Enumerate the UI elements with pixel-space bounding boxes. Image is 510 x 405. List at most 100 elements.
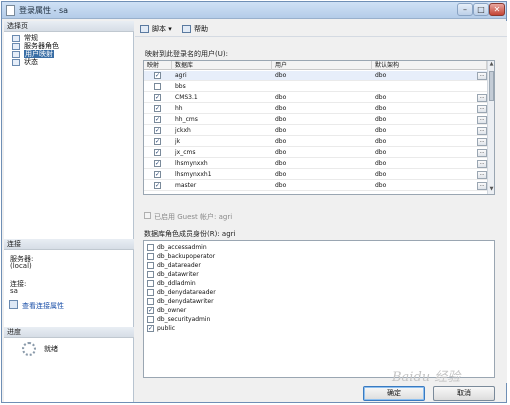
user-cell[interactable]: dbo	[272, 126, 372, 136]
user-cell[interactable]: dbo	[272, 104, 372, 114]
map-checkbox[interactable]: ✓	[154, 127, 161, 134]
map-checkbox[interactable]	[154, 83, 161, 90]
cancel-button[interactable]: 取消	[433, 386, 495, 401]
guest-account-checkbox[interactable]	[144, 212, 151, 219]
browse-schema-button[interactable]: ...	[477, 105, 487, 113]
list-item[interactable]: db_denydatawriter	[147, 297, 214, 306]
scroll-down-icon[interactable]: ▼	[488, 186, 494, 194]
browse-schema-button[interactable]: ...	[477, 72, 487, 80]
browse-schema-button[interactable]: ...	[477, 127, 487, 135]
browse-schema-button[interactable]: ...	[477, 138, 487, 146]
role-name: db_denydatawriter	[157, 298, 214, 305]
grid-vertical-scrollbar[interactable]: ▲ ▼	[487, 61, 494, 194]
script-button[interactable]: 脚本 ▾	[140, 24, 172, 34]
nav-item-label: 用户映射	[24, 50, 54, 58]
user-cell[interactable]: dbo	[272, 93, 372, 103]
user-cell[interactable]	[272, 82, 372, 92]
list-item[interactable]: db_backupoperator	[147, 252, 215, 261]
schema-cell[interactable]: dbo	[372, 71, 472, 81]
scroll-thumb[interactable]	[489, 71, 494, 101]
role-checkbox[interactable]	[147, 271, 154, 278]
user-mapping-grid[interactable]: 映射 数据库 用户 默认架构 ✓ agri dbo dbo... bbs ✓ CMS3.1 d…	[143, 60, 495, 195]
schema-cell[interactable]: dbo	[372, 148, 472, 158]
table-row[interactable]: ✓ master dbo dbo...	[144, 181, 487, 191]
role-name: db_datareader	[157, 262, 201, 269]
chevron-down-icon[interactable]: ▾	[168, 25, 172, 33]
role-checkbox[interactable]	[147, 253, 154, 260]
role-checkbox[interactable]	[147, 280, 154, 287]
map-checkbox[interactable]: ✓	[154, 171, 161, 178]
browse-schema-button[interactable]: ...	[477, 116, 487, 124]
schema-cell[interactable]: dbo	[372, 170, 472, 180]
map-checkbox[interactable]: ✓	[154, 138, 161, 145]
user-cell[interactable]: dbo	[272, 137, 372, 147]
schema-cell[interactable]: dbo	[372, 137, 472, 147]
minimize-button[interactable]: –	[457, 3, 473, 16]
database-cell: jckxh	[175, 127, 191, 134]
ok-button[interactable]: 确定	[363, 386, 425, 401]
database-cell: hh_cms	[175, 116, 198, 123]
map-checkbox[interactable]: ✓	[154, 182, 161, 189]
map-checkbox[interactable]: ✓	[154, 105, 161, 112]
column-header-mapped[interactable]: 映射	[144, 61, 172, 70]
user-cell[interactable]: dbo	[272, 170, 372, 180]
table-row[interactable]: ✓ jx_cms dbo dbo...	[144, 148, 487, 158]
view-connection-properties-link[interactable]: 查看连接属性	[22, 301, 64, 311]
table-row[interactable]: ✓ jckxh dbo dbo...	[144, 126, 487, 136]
schema-cell[interactable]: dbo	[372, 104, 472, 114]
column-header-default-schema[interactable]: 默认架构	[372, 61, 487, 70]
browse-schema-button[interactable]: ...	[477, 171, 487, 179]
map-checkbox[interactable]: ✓	[154, 94, 161, 101]
list-item[interactable]: db_datareader	[147, 261, 201, 270]
column-header-database[interactable]: 数据库	[172, 61, 272, 70]
map-checkbox[interactable]: ✓	[154, 116, 161, 123]
schema-cell[interactable]	[372, 82, 472, 92]
browse-schema-button[interactable]: ...	[477, 94, 487, 102]
schema-cell[interactable]: dbo	[372, 159, 472, 169]
schema-cell[interactable]: dbo	[372, 126, 472, 136]
user-cell[interactable]: dbo	[272, 159, 372, 169]
nav-item-3[interactable]: 状态	[12, 58, 38, 67]
role-checkbox[interactable]	[147, 289, 154, 296]
close-button[interactable]: ✕	[489, 3, 505, 16]
table-row[interactable]: ✓ hh dbo dbo...	[144, 104, 487, 114]
table-row[interactable]: ✓ lhsmynxxh dbo dbo...	[144, 159, 487, 169]
list-item[interactable]: db_ddladmin	[147, 279, 196, 288]
table-row[interactable]: ✓ agri dbo dbo...	[144, 71, 487, 81]
maximize-button[interactable]: □	[473, 3, 489, 16]
help-button[interactable]: 帮助	[182, 24, 208, 34]
schema-cell[interactable]: dbo	[372, 181, 472, 191]
role-checkbox[interactable]: ✓	[147, 325, 154, 332]
list-item[interactable]: db_datawriter	[147, 270, 199, 279]
user-cell[interactable]: dbo	[272, 115, 372, 125]
user-cell[interactable]: dbo	[272, 71, 372, 81]
list-item[interactable]: db_securityadmin	[147, 315, 210, 324]
map-checkbox[interactable]: ✓	[154, 149, 161, 156]
list-item[interactable]: db_accessadmin	[147, 243, 207, 252]
list-item[interactable]: db_denydatareader	[147, 288, 216, 297]
browse-schema-button[interactable]: ...	[477, 149, 487, 157]
role-checkbox[interactable]	[147, 298, 154, 305]
table-row[interactable]: ✓ jk dbo dbo...	[144, 137, 487, 147]
list-item[interactable]: ✓ db_owner	[147, 306, 186, 315]
map-checkbox[interactable]: ✓	[154, 72, 161, 79]
role-checkbox[interactable]	[147, 316, 154, 323]
table-row[interactable]: ✓ lhsmynxxh1 dbo dbo...	[144, 170, 487, 180]
column-header-user[interactable]: 用户	[272, 61, 372, 70]
schema-cell[interactable]: dbo	[372, 115, 472, 125]
role-checkbox[interactable]	[147, 244, 154, 251]
table-row[interactable]: ✓ CMS3.1 dbo dbo...	[144, 93, 487, 103]
list-item[interactable]: ✓ public	[147, 324, 175, 333]
map-checkbox[interactable]: ✓	[154, 160, 161, 167]
schema-cell[interactable]: dbo	[372, 93, 472, 103]
table-row[interactable]: ✓ hh_cms dbo dbo...	[144, 115, 487, 125]
browse-schema-button[interactable]: ...	[477, 160, 487, 168]
scroll-up-icon[interactable]: ▲	[488, 61, 494, 69]
user-cell[interactable]: dbo	[272, 148, 372, 158]
nav-item-label: 常规	[24, 34, 38, 42]
role-checkbox[interactable]: ✓	[147, 307, 154, 314]
table-row[interactable]: bbs	[144, 82, 487, 92]
user-cell[interactable]: dbo	[272, 181, 372, 191]
browse-schema-button[interactable]: ...	[477, 182, 487, 190]
role-checkbox[interactable]	[147, 262, 154, 269]
